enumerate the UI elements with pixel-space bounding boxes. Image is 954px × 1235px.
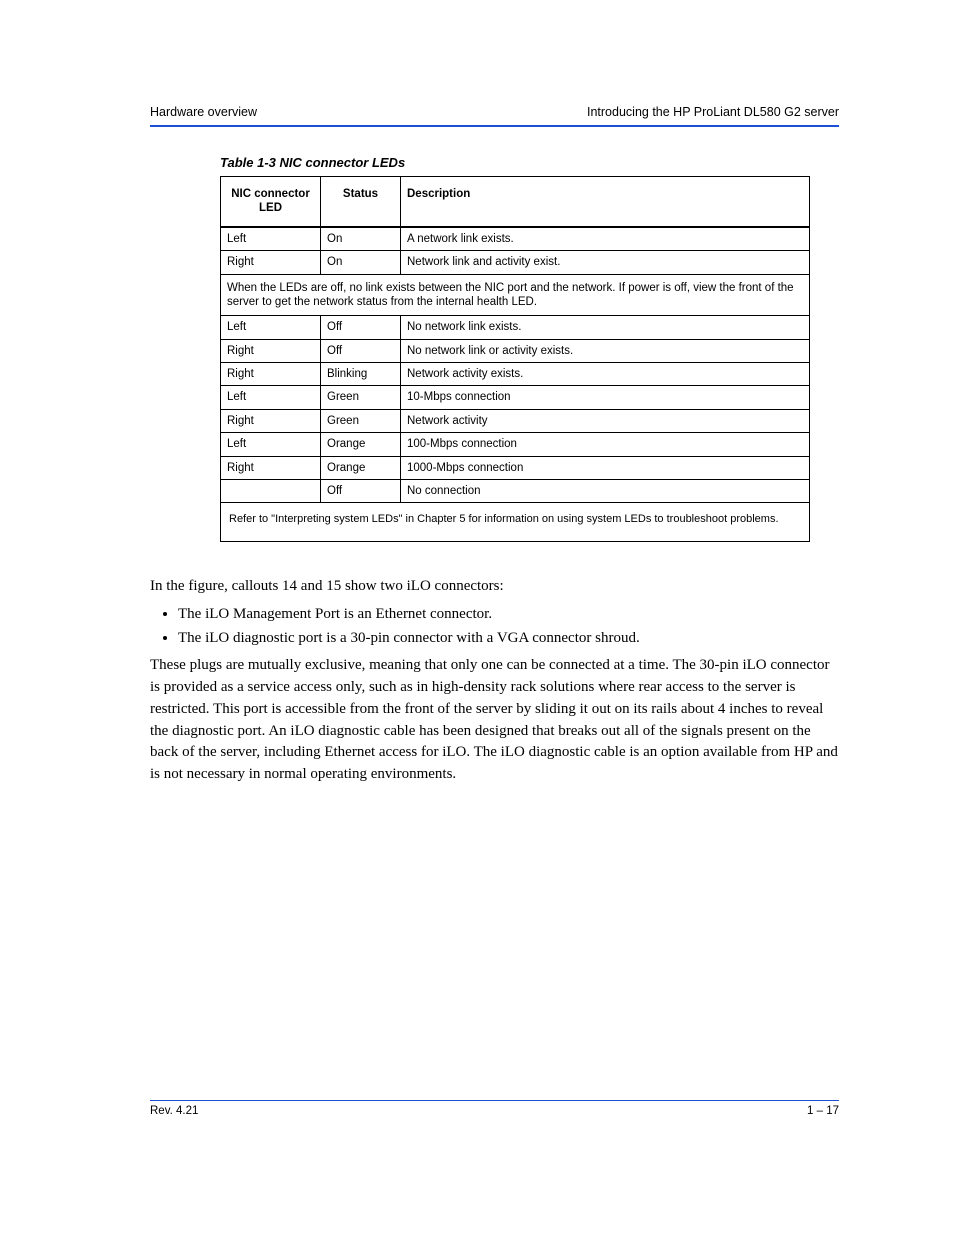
footer-rule bbox=[150, 1100, 839, 1101]
body-text: In the figure, callouts 14 and 15 show t… bbox=[150, 576, 839, 786]
cell-description: No network link exists. bbox=[401, 316, 810, 339]
table-footnote-row: Refer to "Interpreting system LEDs" in C… bbox=[221, 503, 810, 542]
table-row: Right Blinking Network activity exists. bbox=[221, 363, 810, 386]
cell-description: 1000-Mbps connection bbox=[401, 456, 810, 479]
cell-status: Blinking bbox=[321, 363, 401, 386]
table-row: Left Green 10-Mbps connection bbox=[221, 386, 810, 409]
cell-description: Network activity exists. bbox=[401, 363, 810, 386]
connector-list: The iLO Management Port is an Ethernet c… bbox=[178, 604, 839, 650]
footer-left: Rev. 4.21 bbox=[150, 1105, 198, 1117]
table-row: Right Green Network activity bbox=[221, 409, 810, 432]
page-footer: Rev. 4.21 1 – 17 bbox=[150, 1100, 839, 1117]
running-head-left: Hardware overview bbox=[150, 105, 257, 119]
table-header-row: NIC connector LED Status Description bbox=[221, 177, 810, 227]
table-container: Table 1-3 NIC connector LEDs NIC connect… bbox=[220, 155, 810, 542]
cell-led: Left bbox=[221, 386, 321, 409]
cell-led: Left bbox=[221, 316, 321, 339]
col-header-description: Description bbox=[401, 177, 810, 227]
table-caption: Table 1-3 NIC connector LEDs bbox=[220, 155, 810, 170]
cell-led: Right bbox=[221, 363, 321, 386]
cell-led: Right bbox=[221, 409, 321, 432]
cell-description: Network link and activity exist. bbox=[401, 251, 810, 274]
running-head-right: Introducing the HP ProLiant DL580 G2 ser… bbox=[587, 105, 839, 119]
cell-led: Left bbox=[221, 433, 321, 456]
cell-description: No connection bbox=[401, 479, 810, 502]
footer-right: 1 – 17 bbox=[807, 1105, 839, 1117]
list-item: The iLO diagnostic port is a 30-pin conn… bbox=[178, 628, 839, 650]
nic-led-table: NIC connector LED Status Description Lef… bbox=[220, 176, 810, 542]
cell-status: On bbox=[321, 227, 401, 251]
footnote-text: Refer to "Interpreting system LEDs" in C… bbox=[221, 503, 810, 542]
list-item: The iLO Management Port is an Ethernet c… bbox=[178, 604, 839, 626]
cell-description: No network link or activity exists. bbox=[401, 339, 810, 362]
table-row: Left Orange 100-Mbps connection bbox=[221, 433, 810, 456]
cell-status: Off bbox=[321, 479, 401, 502]
cell-status: Off bbox=[321, 316, 401, 339]
cell-led: Right bbox=[221, 456, 321, 479]
table-row: Left Off No network link exists. bbox=[221, 316, 810, 339]
cell-led: Right bbox=[221, 339, 321, 362]
cell-led: Left bbox=[221, 227, 321, 251]
col-header-status: Status bbox=[321, 177, 401, 227]
table-row: Left On A network link exists. bbox=[221, 227, 810, 251]
cell-led bbox=[221, 479, 321, 502]
header-rule bbox=[150, 125, 839, 127]
section-text: When the LEDs are off, no link exists be… bbox=[221, 274, 810, 316]
col-header-led: NIC connector LED bbox=[221, 177, 321, 227]
cell-status: Orange bbox=[321, 433, 401, 456]
table-row: Right On Network link and activity exist… bbox=[221, 251, 810, 274]
cell-description: A network link exists. bbox=[401, 227, 810, 251]
cell-status: Off bbox=[321, 339, 401, 362]
table-section-note: When the LEDs are off, no link exists be… bbox=[221, 274, 810, 316]
cell-status: On bbox=[321, 251, 401, 274]
paragraph-intro: In the figure, callouts 14 and 15 show t… bbox=[150, 576, 839, 598]
running-head: Hardware overview Introducing the HP Pro… bbox=[150, 105, 839, 119]
table-row: Off No connection bbox=[221, 479, 810, 502]
paragraph-detail: These plugs are mutually exclusive, mean… bbox=[150, 655, 839, 786]
cell-led: Right bbox=[221, 251, 321, 274]
cell-status: Green bbox=[321, 386, 401, 409]
cell-description: Network activity bbox=[401, 409, 810, 432]
cell-description: 100-Mbps connection bbox=[401, 433, 810, 456]
cell-status: Green bbox=[321, 409, 401, 432]
cell-description: 10-Mbps connection bbox=[401, 386, 810, 409]
table-row: Right Off No network link or activity ex… bbox=[221, 339, 810, 362]
table-row: Right Orange 1000-Mbps connection bbox=[221, 456, 810, 479]
cell-status: Orange bbox=[321, 456, 401, 479]
